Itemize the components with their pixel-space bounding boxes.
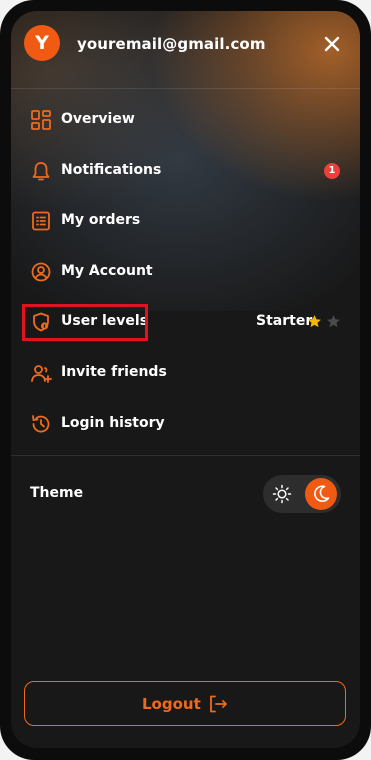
user-level-name: Starter [256,313,313,329]
logout-icon [210,695,227,713]
bell-icon [32,162,50,181]
sun-icon[interactable] [272,484,292,504]
user-email: youremail@gmail.com [77,35,266,53]
moon-icon [314,485,330,502]
phone-frame: Y youremail@gmail.com Overview Notificat [0,0,371,760]
menu-item-label: Notifications [61,162,162,178]
menu-item-overview[interactable]: Overview [24,102,344,138]
notification-badge: 1 [324,163,340,179]
dark-mode-button[interactable] [305,478,337,510]
menu-item-label: My orders [61,212,141,228]
close-icon[interactable] [323,35,341,53]
menu-item-label: My Account [61,263,153,279]
menu-item-login-history[interactable]: Login history [24,406,344,442]
logout-label: Logout [142,695,201,713]
menu-item-invite-friends[interactable]: Invite friends [24,355,344,391]
user-circle-icon [31,262,51,282]
divider [11,455,360,456]
menu-item-label: Overview [61,111,135,127]
menu-item-label: Invite friends [61,364,167,380]
receipt-icon [32,211,50,231]
star-filled-icon [308,315,321,328]
logout-button[interactable]: Logout [24,681,346,726]
highlight-box [22,304,148,341]
star-empty-icon [327,315,340,328]
avatar[interactable]: Y [24,25,60,61]
user-plus-icon [31,365,52,383]
side-menu-panel: Y youremail@gmail.com Overview Notificat [11,11,360,748]
theme-toggle[interactable] [263,475,341,513]
menu-item-my-account[interactable]: My Account [24,254,344,290]
menu-item-notifications[interactable]: Notifications 1 [24,153,344,189]
menu-header: Y youremail@gmail.com [11,11,360,89]
menu-item-label: Login history [61,415,165,431]
menu-item-my-orders[interactable]: My orders [24,203,344,239]
divider [11,88,360,89]
history-icon [32,415,50,433]
grid-icon [31,110,51,130]
theme-label: Theme [30,485,84,501]
